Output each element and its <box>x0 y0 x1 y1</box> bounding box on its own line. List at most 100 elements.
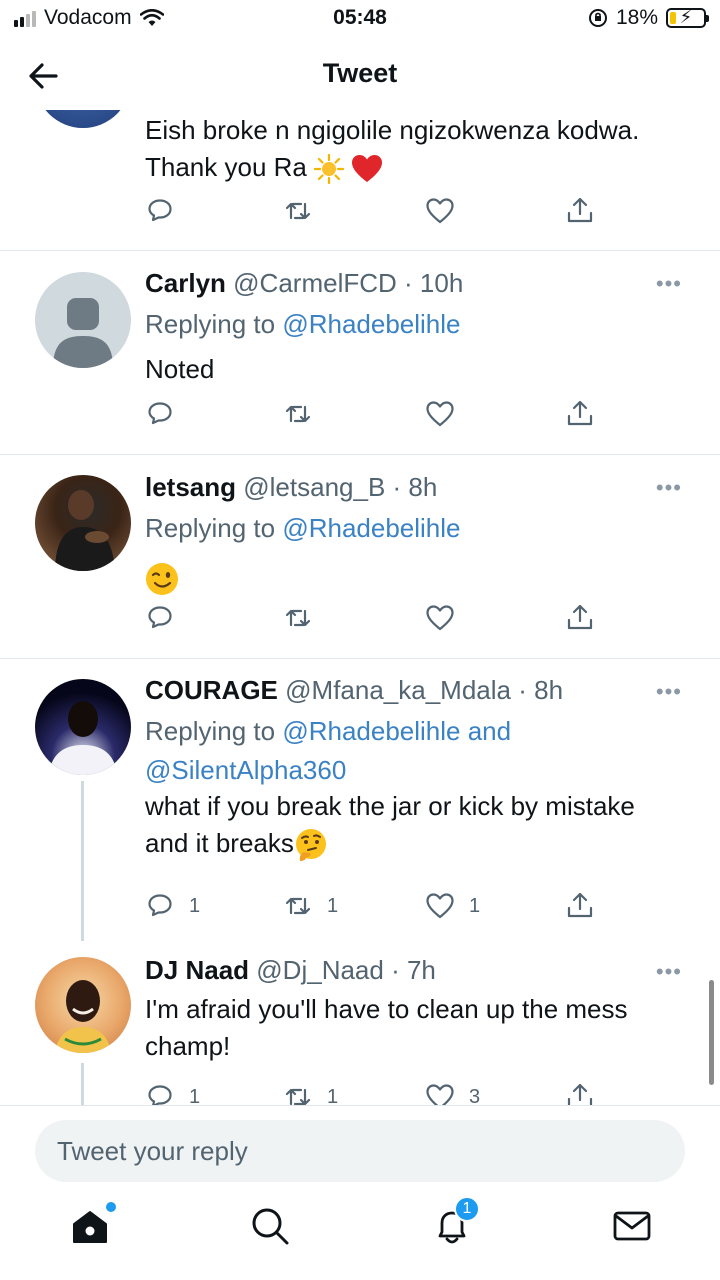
new-content-dot <box>106 1202 116 1212</box>
reply-feed: Eish broke n ngigolile ngizokwenza kodwa… <box>0 110 720 1105</box>
retweet-button[interactable] <box>283 196 313 226</box>
status-bar: Vodacom 05:48 18% ⚡ <box>0 0 720 40</box>
mail-icon <box>613 1211 651 1241</box>
tweet-text-line: Eish broke n ngigolile ngizokwenza kodwa… <box>145 115 640 145</box>
heart-outline-icon <box>426 1084 454 1105</box>
tweet-item[interactable]: DJ Naad @Dj_Naad · 7h ••• I'm afraid you… <box>0 939 720 1105</box>
more-options-button[interactable]: ••• <box>656 679 682 705</box>
share-button[interactable] <box>565 891 595 921</box>
like-count: 3 <box>469 1085 481 1106</box>
mention-link[interactable]: @SilentAlpha360 <box>145 751 511 790</box>
user-name[interactable]: DJ Naad <box>145 955 249 985</box>
avatar[interactable] <box>35 679 131 775</box>
tweet-body <box>145 559 695 596</box>
like-button[interactable]: 3 <box>425 1082 480 1105</box>
tweet-text-line: Thank you Ra <box>145 149 695 186</box>
reply-icon <box>148 402 172 425</box>
search-icon <box>252 1208 289 1245</box>
retweet-button[interactable]: 1 <box>283 891 338 921</box>
tweet-body: Eish broke n ngigolile ngizokwenza kodwa… <box>145 112 695 186</box>
more-options-button[interactable]: ••• <box>656 271 682 297</box>
avatar[interactable] <box>35 475 131 571</box>
avatar-photo <box>55 980 111 1053</box>
tweet-text-line: champ! <box>145 1031 231 1061</box>
battery-percent: 18% <box>615 6 658 29</box>
thread-line <box>81 1063 84 1105</box>
like-button[interactable]: 1 <box>425 891 480 921</box>
retweet-button[interactable]: 1 <box>283 1082 338 1105</box>
share-icon <box>567 604 593 630</box>
reply-button[interactable] <box>145 603 175 633</box>
retweet-icon <box>285 405 311 423</box>
avatar[interactable] <box>35 957 131 1053</box>
replying-to: Replying to @Rhadebelihle <box>145 305 461 344</box>
user-handle[interactable]: @CarmelFCD <box>233 268 397 298</box>
retweet-icon <box>285 897 311 915</box>
tweet-header: letsang @letsang_B · 8h <box>145 472 437 503</box>
tab-home[interactable] <box>68 1202 116 1248</box>
share-button[interactable] <box>565 399 595 429</box>
tweet-item[interactable]: Carlyn @CarmelFCD · 10h ••• Replying to … <box>0 251 720 454</box>
share-icon <box>567 892 593 918</box>
like-button[interactable] <box>425 399 455 429</box>
retweet-button[interactable] <box>283 603 313 633</box>
mention-link[interactable]: @Rhadebelihle and <box>282 716 511 746</box>
reply-button[interactable]: 1 <box>145 891 200 921</box>
retweet-icon <box>285 202 311 220</box>
user-name[interactable]: letsang <box>145 472 236 502</box>
reply-button[interactable] <box>145 196 175 226</box>
avatar[interactable] <box>35 272 131 368</box>
tweet-text: and it breaks <box>145 828 294 858</box>
replying-prefix: Replying to <box>145 309 276 339</box>
heart-outline-icon <box>426 893 454 919</box>
battery-icon: ⚡ <box>666 7 709 28</box>
more-options-button[interactable]: ••• <box>656 475 682 501</box>
reply-icon <box>148 199 172 222</box>
retweet-button[interactable] <box>283 399 313 429</box>
more-options-button[interactable]: ••• <box>656 959 682 985</box>
like-button[interactable] <box>425 603 455 633</box>
tab-messages[interactable] <box>610 1204 654 1248</box>
tab-search[interactable] <box>248 1204 292 1248</box>
mention-link[interactable]: @Rhadebelihle <box>282 513 460 543</box>
share-button[interactable] <box>565 1082 595 1105</box>
reply-composer <box>0 1105 720 1185</box>
tweet-time: · 8h <box>518 675 564 705</box>
home-icon <box>73 1211 107 1243</box>
reply-icon <box>148 1085 172 1105</box>
replying-to: Replying to @Rhadebelihle and @SilentAlp… <box>145 712 511 790</box>
tweet-item[interactable]: letsang @letsang_B · 8h ••• Replying to … <box>0 455 720 658</box>
tweet-text-line: what if you break the jar or kick by mis… <box>145 791 635 821</box>
like-count: 1 <box>469 894 481 917</box>
like-button[interactable] <box>425 196 455 226</box>
replying-prefix: Replying to <box>145 716 276 746</box>
tweet-time: · 10h <box>404 268 464 298</box>
red-heart-emoji-icon <box>352 155 383 183</box>
share-button[interactable] <box>565 603 595 633</box>
reply-input[interactable] <box>35 1120 685 1182</box>
avatar[interactable] <box>35 110 131 128</box>
orientation-lock-icon <box>588 9 607 27</box>
tweet-actions <box>145 603 615 637</box>
mention-link[interactable]: @Rhadebelihle <box>282 309 460 339</box>
scrollbar[interactable] <box>709 980 714 1085</box>
user-name[interactable]: COURAGE <box>145 675 278 705</box>
user-handle[interactable]: @letsang_B <box>243 472 385 502</box>
tweet-time: · 7h <box>391 955 436 985</box>
share-icon <box>567 1083 593 1105</box>
reply-icon <box>148 894 172 917</box>
user-handle[interactable]: @Mfana_ka_Mdala <box>285 675 511 705</box>
reply-button[interactable] <box>145 399 175 429</box>
tab-notifications[interactable]: 1 <box>430 1196 480 1248</box>
tweet-header: COURAGE @Mfana_ka_Mdala · 8h <box>145 675 563 706</box>
user-handle[interactable]: @Dj_Naad <box>256 955 384 985</box>
avatar-photo <box>55 490 115 571</box>
tweet-item[interactable]: Eish broke n ngigolile ngizokwenza kodwa… <box>0 110 720 250</box>
page-title: Tweet <box>322 58 398 88</box>
tab-bar: 1 <box>0 1190 720 1280</box>
reply-button[interactable]: 1 <box>145 1082 200 1105</box>
tweet-actions <box>145 196 615 230</box>
share-button[interactable] <box>565 196 595 226</box>
user-name[interactable]: Carlyn <box>145 268 226 298</box>
tweet-item[interactable]: COURAGE @Mfana_ka_Mdala · 8h ••• Replyin… <box>0 659 720 941</box>
